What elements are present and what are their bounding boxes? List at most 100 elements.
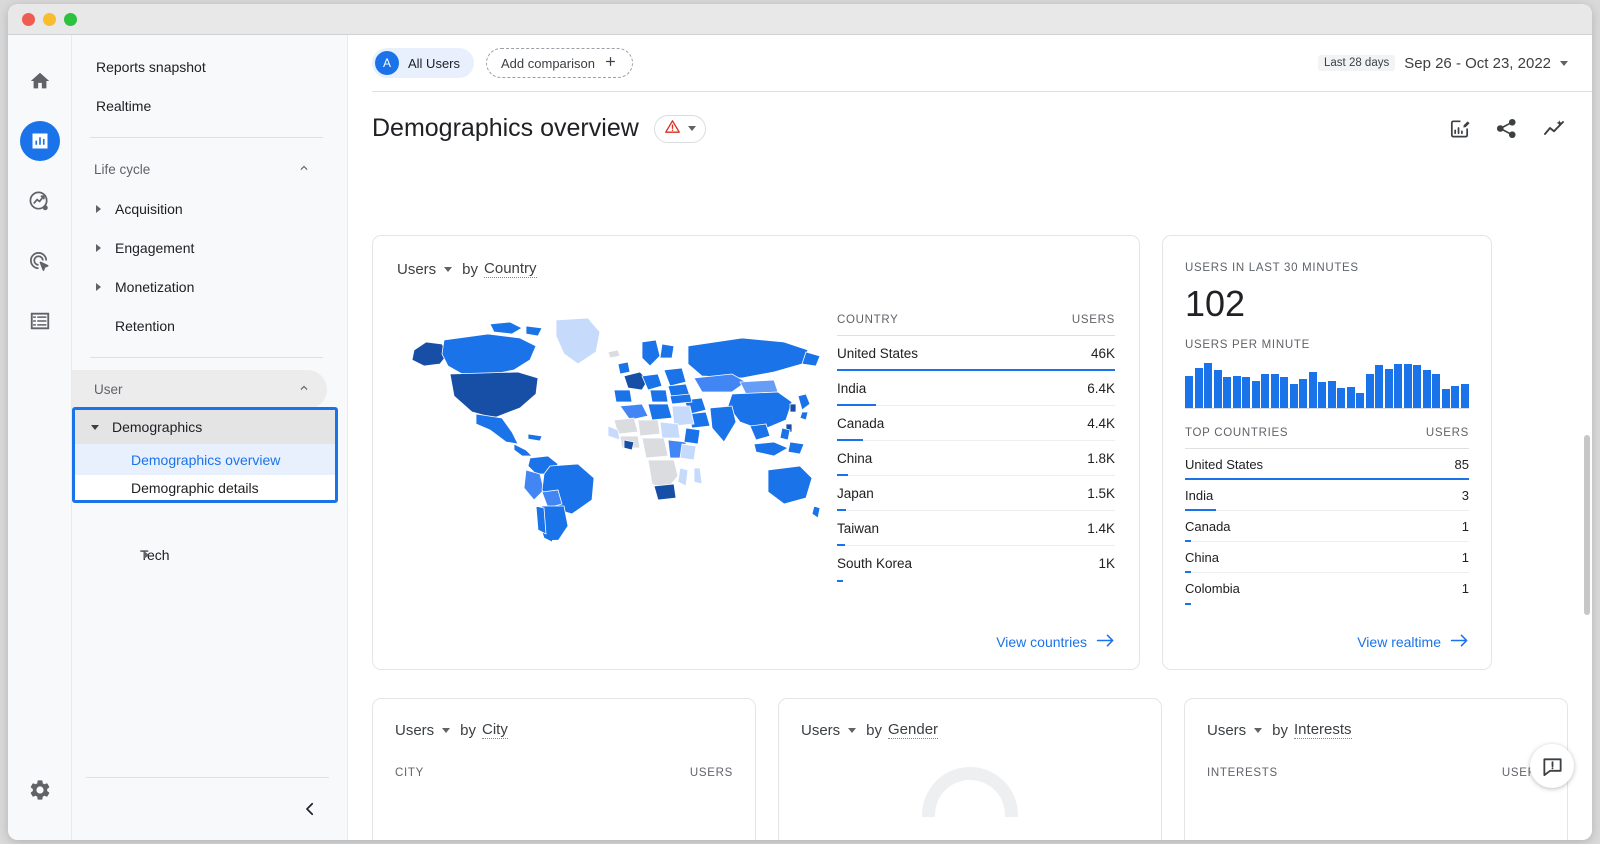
table-row[interactable]: South Korea 1K bbox=[837, 546, 1115, 582]
chevron-down-icon bbox=[444, 266, 453, 272]
sidebar-group-user[interactable]: User bbox=[72, 370, 327, 409]
table-row[interactable]: United States 85 bbox=[1185, 449, 1469, 480]
realtime-card: USERS IN LAST 30 MINUTES 102 USERS PER M… bbox=[1162, 235, 1492, 670]
table-header: TOP COUNTRIES USERS bbox=[1185, 415, 1469, 449]
cell-country: Canada bbox=[837, 415, 885, 431]
sidebar-item-label: Demographics bbox=[112, 419, 203, 435]
column-header-users: USERS bbox=[689, 767, 733, 779]
chevron-up-icon bbox=[297, 161, 311, 178]
sidebar-item-reports-snapshot[interactable]: Reports snapshot bbox=[72, 47, 327, 86]
users-last-30-min-label: USERS IN LAST 30 MINUTES bbox=[1185, 262, 1359, 274]
sidebar-item-tech[interactable]: Tech bbox=[72, 535, 338, 574]
sidebar-item-realtime[interactable]: Realtime bbox=[72, 86, 327, 125]
sidebar-item-demographic-details[interactable]: Demographic details bbox=[75, 475, 335, 500]
sidebar-divider bbox=[90, 357, 323, 358]
users-per-minute-sparkline bbox=[1185, 363, 1469, 409]
cell-users: 1 bbox=[1461, 549, 1469, 565]
users-per-minute-label: USERS PER MINUTE bbox=[1185, 339, 1310, 351]
advertising-icon[interactable] bbox=[20, 241, 60, 281]
sparkline-bar bbox=[1270, 373, 1279, 408]
table-row[interactable]: Canada 1 bbox=[1185, 511, 1469, 542]
metric-selector[interactable]: Users bbox=[397, 261, 436, 278]
sidebar-item-demographics[interactable]: Demographics bbox=[75, 410, 335, 444]
metric-selector[interactable]: Users bbox=[801, 722, 840, 739]
edit-report-icon[interactable] bbox=[1448, 117, 1471, 140]
card-header: Users by Gender bbox=[801, 721, 1139, 739]
chevron-down-icon bbox=[1560, 60, 1568, 66]
dimension-selector[interactable]: Country bbox=[484, 260, 537, 278]
sparkline-bar bbox=[1289, 383, 1298, 408]
window-close-button[interactable] bbox=[22, 12, 35, 26]
sidebar-item-label: Demographic details bbox=[131, 479, 259, 496]
admin-gear-icon[interactable] bbox=[20, 770, 60, 810]
share-icon[interactable] bbox=[1495, 117, 1518, 140]
sparkline-bar bbox=[1356, 392, 1365, 408]
table-row[interactable]: India 3 bbox=[1185, 480, 1469, 511]
table-row[interactable]: China 1 bbox=[1185, 542, 1469, 573]
table-row[interactable]: India 6.4K bbox=[837, 371, 1115, 406]
cell-users: 4.4K bbox=[1087, 415, 1115, 431]
view-countries-link[interactable]: View countries bbox=[996, 633, 1115, 651]
sparkline-bar bbox=[1441, 388, 1450, 408]
reports-icon[interactable] bbox=[19, 121, 60, 161]
sparkline-bar bbox=[1232, 375, 1241, 408]
configure-icon[interactable] bbox=[20, 301, 60, 341]
sidebar-item-retention[interactable]: Retention bbox=[72, 306, 327, 345]
view-realtime-link[interactable]: View realtime bbox=[1357, 633, 1469, 651]
chevron-down-icon bbox=[848, 727, 857, 733]
window-maximize-button[interactable] bbox=[64, 12, 77, 26]
report-title-row: Demographics overview bbox=[348, 92, 1592, 143]
dimension-selector[interactable]: Interests bbox=[1294, 721, 1352, 739]
sidebar-item-demographics-overview[interactable]: Demographics overview bbox=[75, 444, 335, 475]
table-row[interactable]: China 1.8K bbox=[837, 441, 1115, 476]
explore-icon[interactable] bbox=[20, 181, 60, 221]
table-row[interactable]: Canada 4.4K bbox=[837, 406, 1115, 441]
sparkline-bar bbox=[1365, 373, 1374, 408]
browser-window: Reports snapshot Realtime Life cycle Acq… bbox=[8, 4, 1592, 840]
cell-country: United States bbox=[837, 345, 919, 361]
send-feedback-button[interactable] bbox=[1530, 744, 1574, 788]
dimension-selector[interactable]: City bbox=[482, 721, 508, 739]
metric-selector[interactable]: Users bbox=[395, 722, 434, 739]
caret-right-icon bbox=[96, 204, 101, 213]
sidebar-item-label: Acquisition bbox=[115, 200, 183, 217]
users-last-30-min-value: 102 bbox=[1185, 283, 1246, 324]
sidebar-item-label: Monetization bbox=[115, 278, 195, 295]
sidebar-item-engagement[interactable]: Engagement bbox=[72, 228, 327, 267]
table-header: COUNTRY USERS bbox=[837, 314, 1115, 336]
table-row[interactable]: United States 46K bbox=[837, 336, 1115, 371]
by-label: by bbox=[1272, 721, 1289, 739]
cell-users: 85 bbox=[1454, 456, 1469, 472]
world-map-chart[interactable] bbox=[397, 288, 827, 581]
collapse-sidebar-button[interactable] bbox=[295, 794, 325, 824]
sidebar-item-monetization[interactable]: Monetization bbox=[72, 267, 327, 306]
card-header: Users by Interests bbox=[1207, 721, 1545, 739]
insights-icon[interactable] bbox=[1542, 117, 1566, 141]
sparkline-bar bbox=[1213, 370, 1222, 408]
window-minimize-button[interactable] bbox=[43, 12, 56, 26]
date-range-picker[interactable]: Last 28 days Sep 26 - Oct 23, 2022 bbox=[1318, 55, 1568, 72]
table-row[interactable]: Taiwan 1.4K bbox=[837, 511, 1115, 546]
date-preset-badge: Last 28 days bbox=[1318, 55, 1396, 71]
table-row[interactable]: Japan 1.5K bbox=[837, 476, 1115, 511]
data-quality-warning-chip[interactable] bbox=[653, 114, 706, 143]
cards-row-1: Users by Country COUNTRY USERS United St… bbox=[372, 235, 1568, 670]
add-comparison-button[interactable]: Add comparison bbox=[486, 48, 633, 78]
home-icon[interactable] bbox=[20, 61, 60, 101]
sidebar-item-acquisition[interactable]: Acquisition bbox=[72, 189, 327, 228]
caret-right-icon bbox=[96, 243, 101, 252]
cell-country: Japan bbox=[837, 485, 874, 501]
column-header-users: USERS bbox=[1425, 427, 1469, 439]
sparkline-bar bbox=[1394, 364, 1403, 408]
vertical-scrollbar[interactable] bbox=[1584, 435, 1590, 615]
table-row[interactable]: Colombia 1 bbox=[1185, 573, 1469, 605]
view-realtime-label: View realtime bbox=[1357, 634, 1441, 650]
column-header-country: COUNTRY bbox=[837, 314, 899, 326]
sidebar-item-label: Retention bbox=[115, 317, 175, 334]
dimension-selector[interactable]: Gender bbox=[888, 721, 939, 739]
metric-selector[interactable]: Users bbox=[1207, 722, 1246, 739]
all-users-chip[interactable]: A All Users bbox=[372, 48, 475, 78]
sidebar-group-life-cycle[interactable]: Life cycle bbox=[72, 150, 327, 189]
chevron-down-icon bbox=[1254, 727, 1263, 733]
caret-right-icon bbox=[96, 282, 101, 291]
